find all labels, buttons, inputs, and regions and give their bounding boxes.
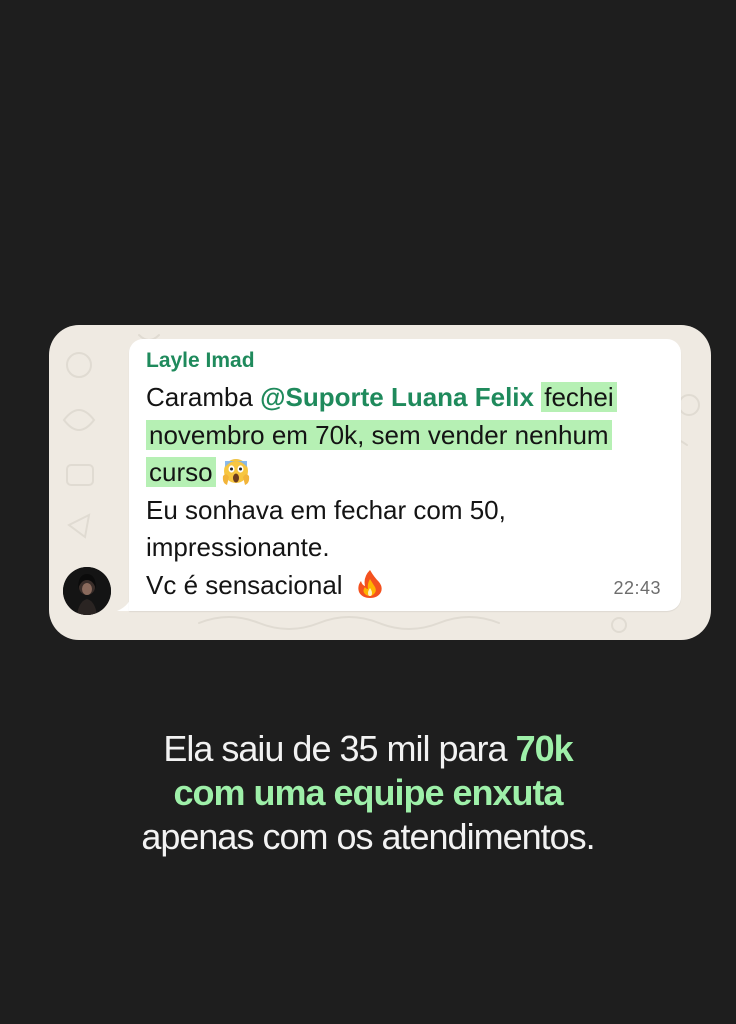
message-line: novembro em 70k, sem vender nenhum xyxy=(146,417,676,455)
caption-highlight: com uma equipe enxuta xyxy=(173,772,563,813)
message-line: Vc é sensacional xyxy=(146,567,676,605)
message-line: curso xyxy=(146,454,676,492)
profile-photo-icon xyxy=(63,567,111,615)
promo-caption: Ela saiu de 35 mil para 70k com uma equi… xyxy=(0,727,736,859)
chat-screenshot-card: Layle Imad Caramba @Suporte Luana Felix … xyxy=(49,325,711,640)
mention-link[interactable]: @Suporte Luana Felix xyxy=(260,382,534,412)
sender-name[interactable]: Layle Imad xyxy=(146,349,255,373)
fire-emoji-icon xyxy=(358,569,382,598)
highlighted-text: curso xyxy=(146,457,216,487)
message-line: Caramba @Suporte Luana Felix fechei xyxy=(146,379,676,417)
highlighted-text: fechei xyxy=(541,382,617,412)
message-line: Eu sonhava em fechar com 50, xyxy=(146,494,506,525)
caption-text: Ela saiu de 35 mil para xyxy=(163,728,516,769)
face-screaming-in-fear-emoji-icon xyxy=(222,459,249,485)
message-timestamp: 22:43 xyxy=(613,578,661,598)
sender-avatar[interactable] xyxy=(63,567,111,615)
highlighted-text: novembro em 70k, sem vender nenhum xyxy=(146,419,612,450)
caption-text: apenas com os atendimentos. xyxy=(141,816,595,857)
message-line-text: Vc é sensacional xyxy=(146,569,343,600)
caption-line: Ela saiu de 35 mil para 70k xyxy=(0,727,736,771)
message-text-prefix: Caramba xyxy=(146,382,261,412)
caption-highlight: 70k xyxy=(515,728,574,769)
message-bubble[interactable]: Layle Imad Caramba @Suporte Luana Felix … xyxy=(129,339,681,611)
message-line: impressionante. xyxy=(146,532,330,562)
message-text: Caramba @Suporte Luana Felix fechei nove… xyxy=(146,379,676,604)
